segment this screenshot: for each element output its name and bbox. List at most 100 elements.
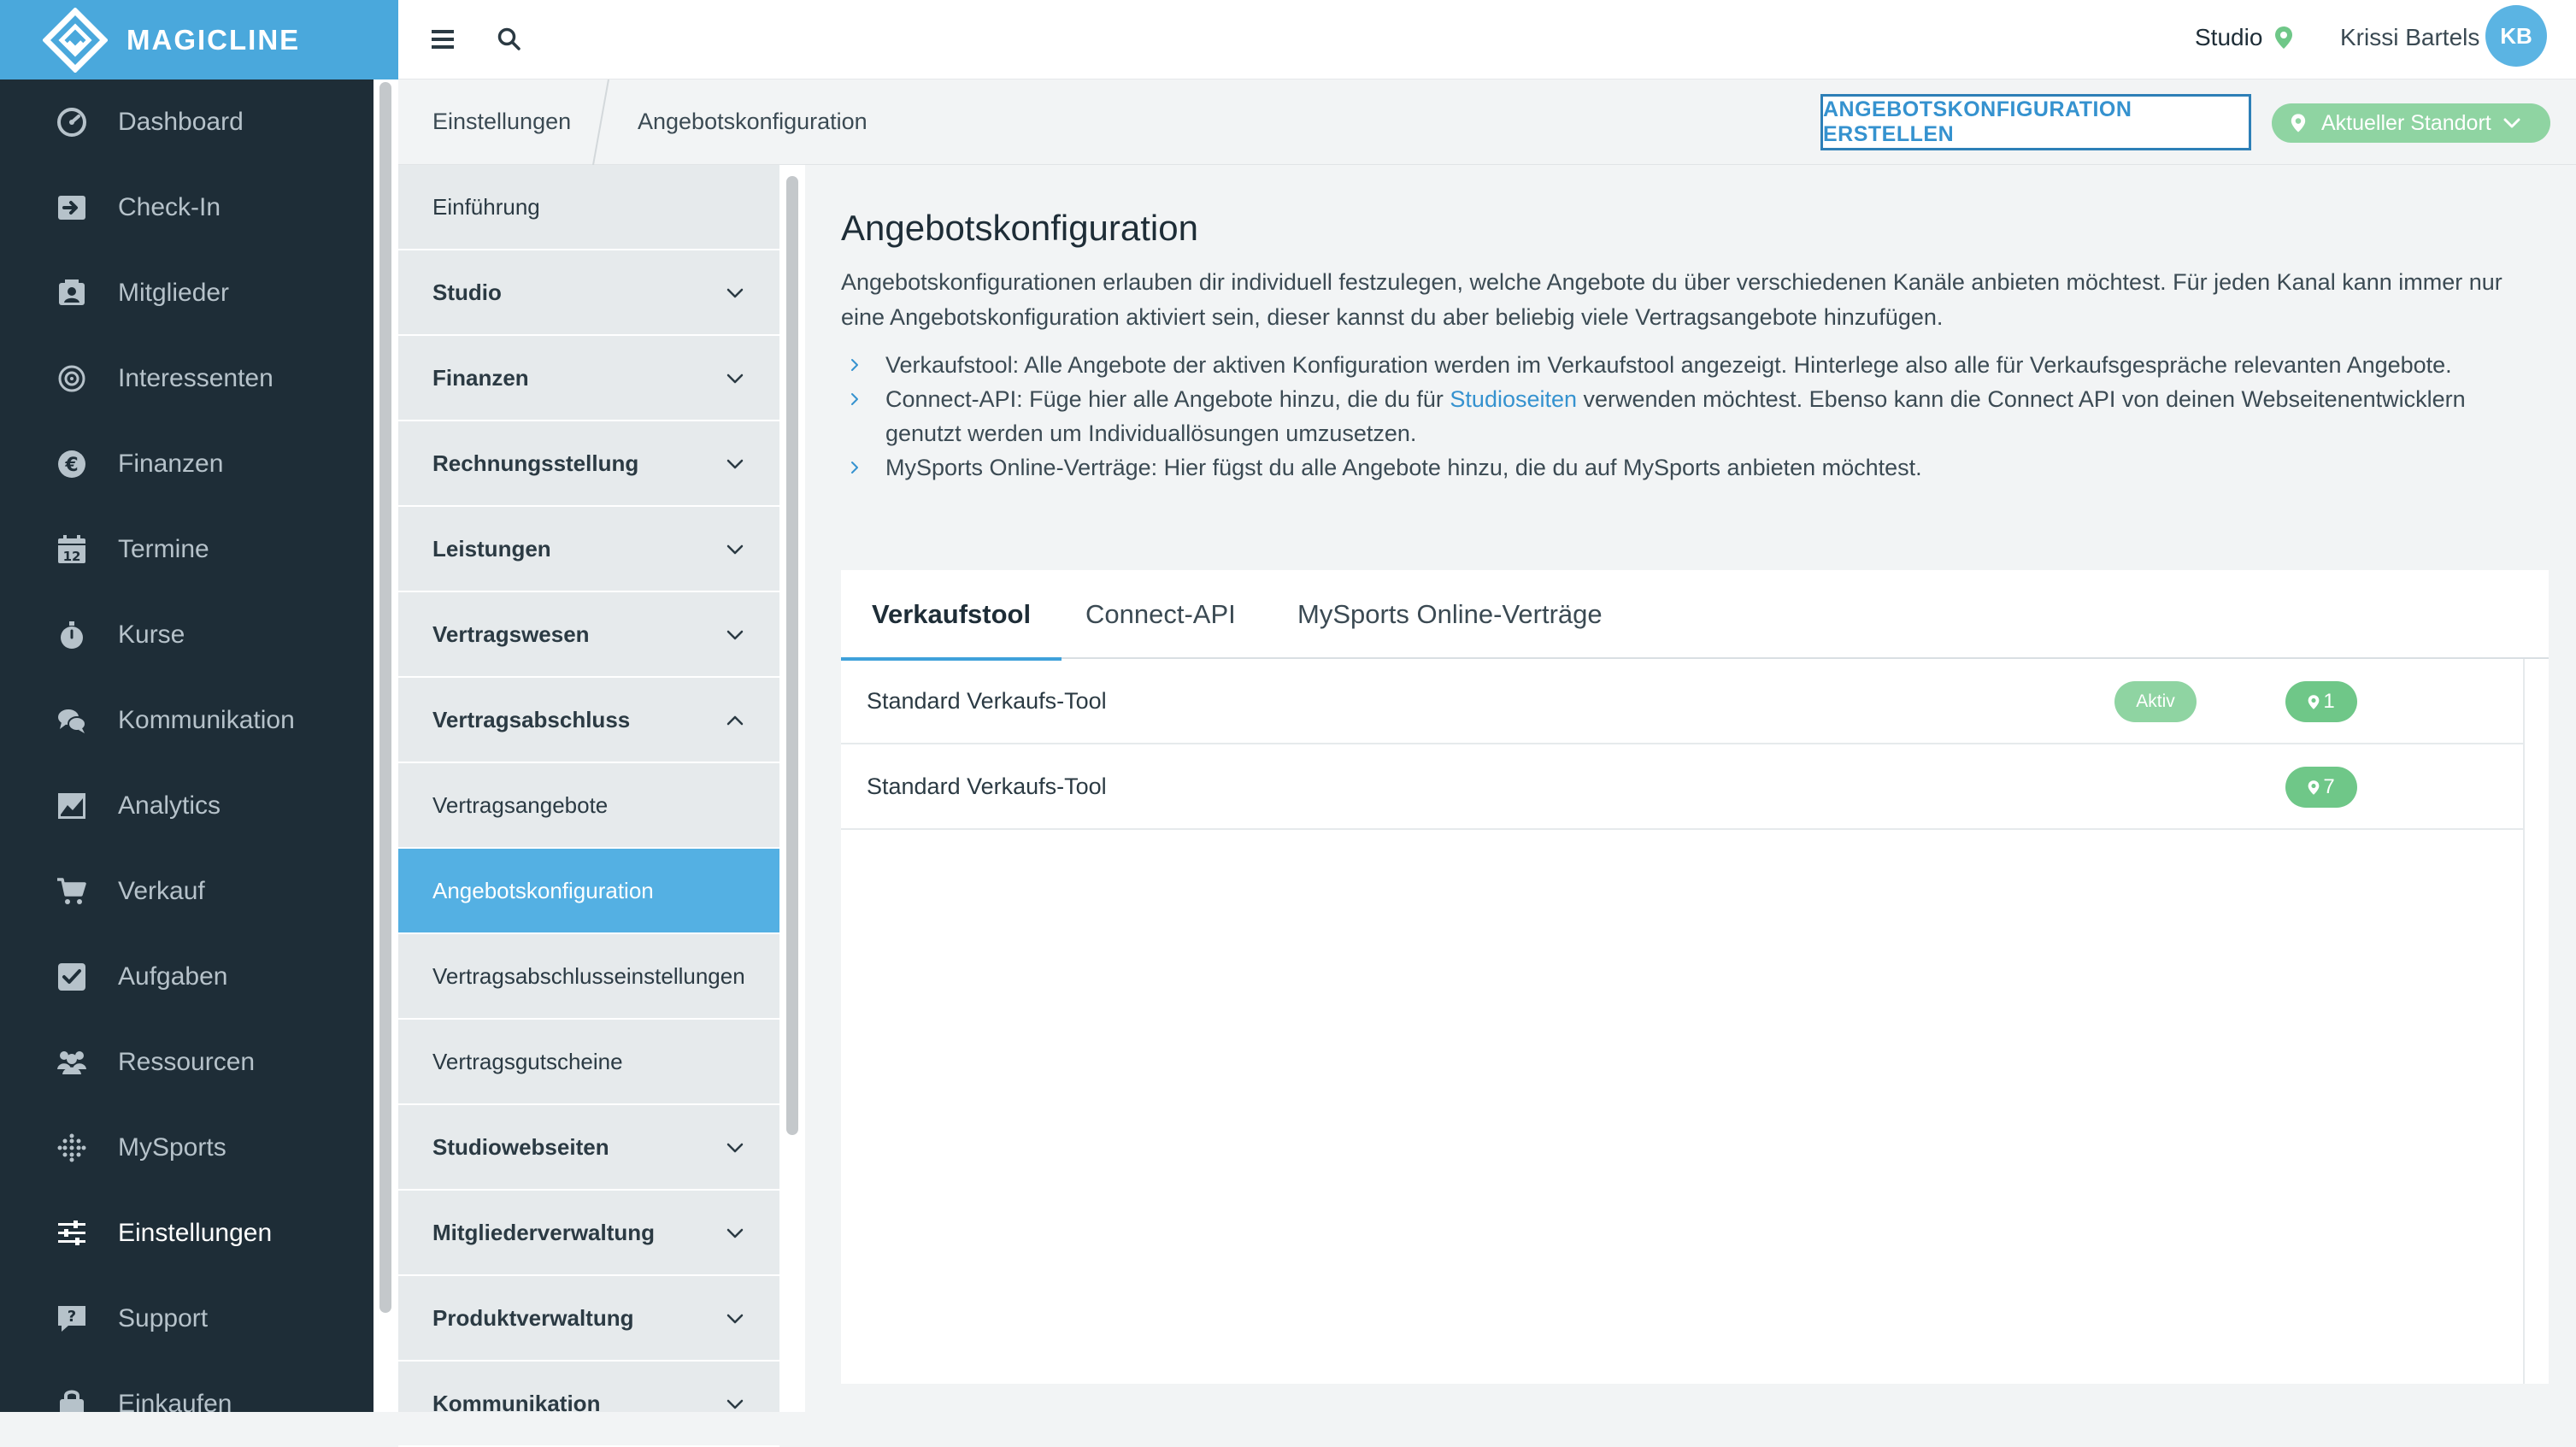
configuration-name: Standard Verkaufs-Tool bbox=[867, 687, 1107, 714]
submenu-item-label: Rechnungsstellung bbox=[432, 450, 639, 476]
submenu-group-product-management[interactable]: Produktverwaltung bbox=[398, 1276, 779, 1362]
studio-pages-link[interactable]: Studioseiten bbox=[1450, 386, 1577, 412]
menu-icon[interactable] bbox=[424, 21, 462, 58]
submenu-group-services[interactable]: Leistungen bbox=[398, 507, 779, 592]
configuration-name: Standard Verkaufs-Tool bbox=[867, 773, 1107, 799]
tab-connect-api[interactable]: Connect-API bbox=[1085, 570, 1236, 659]
resources-icon bbox=[53, 1044, 91, 1081]
settings-submenu: Einführung Studio Finanzen Rechnungsstel… bbox=[398, 165, 779, 1447]
studio-selector[interactable]: Studio bbox=[2195, 24, 2293, 51]
nav-item-tasks[interactable]: Aufgaben bbox=[0, 934, 373, 1020]
configuration-card: Verkaufstool Connect-API MySports Online… bbox=[841, 570, 2549, 1384]
euro-icon: € bbox=[53, 445, 91, 483]
nav-item-dashboard[interactable]: Dashboard bbox=[0, 79, 373, 165]
create-offer-configuration-button[interactable]: ANGEBOTSKONFIGURATION ERSTELLEN bbox=[1820, 94, 2251, 150]
nav-item-appointments[interactable]: 12 Termine bbox=[0, 507, 373, 592]
nav-item-shopping[interactable]: Einkaufen bbox=[0, 1362, 373, 1412]
submenu-group-member-management[interactable]: Mitgliederverwaltung bbox=[398, 1191, 779, 1276]
submenu-item-offer-configuration[interactable]: Angebotskonfiguration bbox=[398, 849, 779, 934]
calendar-day: 12 bbox=[63, 549, 81, 564]
stopwatch-icon bbox=[53, 616, 91, 654]
chevron-right-icon bbox=[851, 359, 858, 371]
submenu-item-contract-vouchers[interactable]: Vertragsgutscheine bbox=[398, 1020, 779, 1105]
submenu-group-communication[interactable]: Kommunikation bbox=[398, 1362, 779, 1447]
dashboard-icon bbox=[53, 103, 91, 141]
user-name[interactable]: Krissi Bartels bbox=[2340, 24, 2479, 51]
tab-sales-tool[interactable]: Verkaufstool bbox=[841, 570, 1062, 661]
check-in-icon bbox=[53, 189, 91, 226]
nav-label: Aufgaben bbox=[118, 962, 228, 991]
nav-item-mysports[interactable]: MySports bbox=[0, 1105, 373, 1191]
submenu-item-label: Kommunikation bbox=[432, 1390, 601, 1416]
submenu-item-contract-offers[interactable]: Vertragsangebote bbox=[398, 763, 779, 849]
nav-item-members[interactable]: Mitglieder bbox=[0, 250, 373, 336]
nav-label: Termine bbox=[118, 535, 209, 563]
location-pin-icon bbox=[2274, 26, 2293, 50]
nav-label: Mitglieder bbox=[118, 279, 230, 307]
submenu-item-label: Vertragsabschlusseinstellungen bbox=[432, 962, 745, 989]
studio-label: Studio bbox=[2195, 24, 2263, 50]
calendar-icon: 12 bbox=[53, 531, 91, 568]
submenu-item-introduction[interactable]: Einführung bbox=[398, 165, 779, 250]
settings-sliders-icon bbox=[53, 1215, 91, 1252]
chevron-down-icon bbox=[726, 544, 744, 555]
nav-item-courses[interactable]: Kurse bbox=[0, 592, 373, 678]
page-title: Angebotskonfiguration bbox=[841, 208, 1198, 248]
submenu-group-contracts[interactable]: Vertragswesen bbox=[398, 592, 779, 678]
support-icon: ? bbox=[53, 1300, 91, 1338]
nav-item-support[interactable]: ? Support bbox=[0, 1276, 373, 1362]
table-row[interactable]: Standard Verkaufs-Tool Aktiv 1 bbox=[841, 659, 2523, 744]
location-count-badge[interactable]: 1 bbox=[2285, 681, 2357, 722]
mysports-icon bbox=[53, 1129, 91, 1167]
members-icon bbox=[53, 274, 91, 312]
nav-item-finances[interactable]: € Finanzen bbox=[0, 421, 373, 507]
intro-text: Angebotskonfigurationen erlauben dir ind… bbox=[841, 269, 2502, 330]
tab-mysports-online-contracts[interactable]: MySports Online-Verträge bbox=[1297, 570, 1603, 659]
chevron-down-icon bbox=[726, 630, 744, 640]
sidebar-scrollbar[interactable] bbox=[379, 82, 391, 1313]
chevron-down-icon bbox=[726, 374, 744, 384]
table-scroll-track[interactable] bbox=[2523, 659, 2549, 1384]
submenu-group-invoicing[interactable]: Rechnungsstellung bbox=[398, 421, 779, 507]
submenu-item-contract-closing-settings[interactable]: Vertragsabschlusseinstellungen bbox=[398, 934, 779, 1020]
chevron-down-icon bbox=[726, 1314, 744, 1324]
search-icon[interactable] bbox=[491, 21, 528, 58]
submenu-item-label: Mitgliederverwaltung bbox=[432, 1219, 656, 1245]
nav-item-prospects[interactable]: Interessenten bbox=[0, 336, 373, 421]
magicline-logo-icon bbox=[42, 6, 109, 74]
location-count-badge[interactable]: 7 bbox=[2285, 767, 2357, 808]
analytics-icon bbox=[53, 787, 91, 825]
nav-item-settings[interactable]: Einstellungen bbox=[0, 1191, 373, 1276]
nav-item-sales[interactable]: Verkauf bbox=[0, 849, 373, 934]
breadcrumb-parent[interactable]: Einstellungen bbox=[432, 109, 571, 135]
breadcrumb-separator-icon bbox=[592, 79, 609, 165]
submenu-group-studio-websites[interactable]: Studiowebseiten bbox=[398, 1105, 779, 1191]
current-location-button[interactable]: Aktueller Standort bbox=[2272, 103, 2550, 143]
submenu-item-label: Finanzen bbox=[432, 364, 529, 391]
list-item: MySports Online-Verträge: Hier fügst du … bbox=[841, 450, 2542, 485]
chevron-down-icon bbox=[726, 1399, 744, 1409]
breadcrumb: Einstellungen Angebotskonfiguration ANGE… bbox=[398, 79, 2576, 165]
nav-item-analytics[interactable]: Analytics bbox=[0, 763, 373, 849]
shopping-icon bbox=[53, 1385, 91, 1412]
submenu-group-studio[interactable]: Studio bbox=[398, 250, 779, 336]
breadcrumb-current: Angebotskonfiguration bbox=[638, 109, 867, 134]
list-item: Verkaufstool: Alle Angebote der aktiven … bbox=[841, 348, 2542, 382]
submenu-scrollbar[interactable] bbox=[786, 176, 798, 1135]
nav-label: Dashboard bbox=[118, 108, 244, 136]
main-content: Angebotskonfiguration Angebotskonfigurat… bbox=[805, 165, 2576, 1412]
list-item: Connect-API: Füge hier alle Angebote hin… bbox=[841, 382, 2542, 450]
nav-item-resources[interactable]: Ressourcen bbox=[0, 1020, 373, 1105]
avatar[interactable]: KB bbox=[2485, 5, 2547, 67]
main-nav: Dashboard Check-In Mitglieder Interessen… bbox=[0, 79, 373, 1412]
submenu-item-label: Studiowebseiten bbox=[432, 1133, 609, 1160]
table-row[interactable]: Standard Verkaufs-Tool 7 bbox=[841, 744, 2523, 830]
submenu-group-contract-closing[interactable]: Vertragsabschluss bbox=[398, 678, 779, 763]
main-sidebar: Dashboard Check-In Mitglieder Interessen… bbox=[0, 0, 373, 1412]
chevron-down-icon bbox=[726, 1228, 744, 1238]
submenu-group-finances[interactable]: Finanzen bbox=[398, 336, 779, 421]
nav-item-check-in[interactable]: Check-In bbox=[0, 165, 373, 250]
nav-item-communication[interactable]: Kommunikation bbox=[0, 678, 373, 763]
brand-header[interactable]: MAGICLINE bbox=[0, 0, 398, 79]
submenu-item-label: Einführung bbox=[432, 193, 540, 220]
